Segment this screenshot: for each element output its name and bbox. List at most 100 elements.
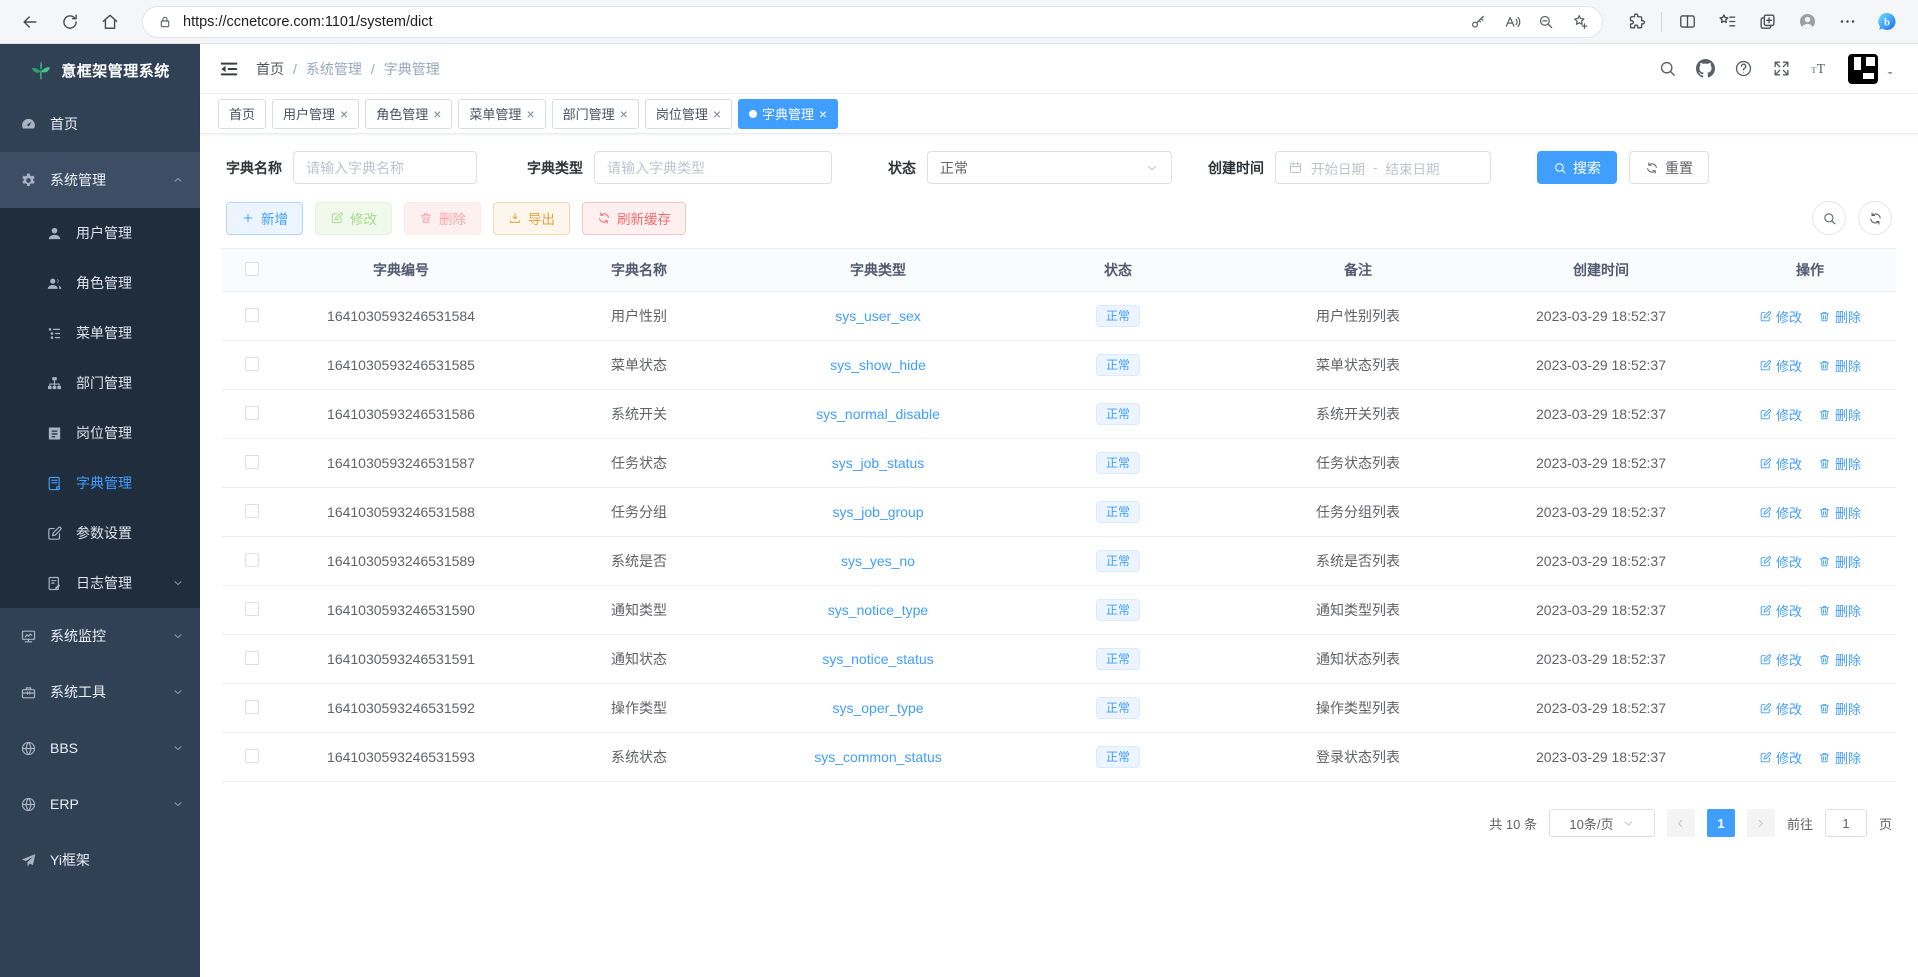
delete-link[interactable]: 删除 (1818, 503, 1861, 522)
row-checkbox[interactable] (245, 455, 259, 469)
edit-link[interactable]: 修改 (1759, 405, 1802, 424)
row-checkbox[interactable] (245, 406, 259, 420)
favorite-add-button[interactable] (1564, 8, 1596, 36)
tab-role[interactable]: 角色管理× (365, 99, 452, 129)
dict-type-link[interactable]: sys_show_hide (830, 357, 926, 373)
sidebar-item-role[interactable]: 角色管理 (0, 258, 200, 308)
dict-type-link[interactable]: sys_oper_type (832, 700, 923, 716)
row-checkbox[interactable] (245, 504, 259, 518)
reset-button[interactable]: 重置 (1629, 151, 1709, 184)
fullscreen-icon[interactable] (1772, 59, 1791, 78)
select-all-checkbox[interactable] (245, 262, 259, 276)
copy-tab-button[interactable] (1752, 5, 1782, 39)
github-icon[interactable] (1696, 59, 1715, 78)
row-checkbox[interactable] (245, 651, 259, 665)
url-text[interactable]: https://ccnetcore.com:1101/system/dict (183, 14, 1452, 30)
row-checkbox[interactable] (245, 357, 259, 371)
search-icon[interactable] (1658, 59, 1677, 78)
edit-link[interactable]: 修改 (1759, 356, 1802, 375)
toggle-search-button[interactable] (1812, 201, 1846, 235)
close-icon[interactable]: × (819, 107, 827, 121)
sidebar-fold-icon[interactable] (218, 58, 240, 80)
delete-button[interactable]: 删除 (404, 202, 481, 235)
dict-type-link[interactable]: sys_common_status (814, 749, 942, 765)
refresh-cache-button[interactable]: 刷新缓存 (582, 202, 686, 235)
delete-link[interactable]: 删除 (1818, 699, 1861, 718)
sidebar-item-monitor[interactable]: 系统监控 (0, 608, 200, 664)
delete-link[interactable]: 删除 (1818, 356, 1861, 375)
sidebar-item-param[interactable]: 参数设置 (0, 508, 200, 558)
dict-type-link[interactable]: sys_normal_disable (816, 406, 940, 422)
row-checkbox[interactable] (245, 308, 259, 322)
edit-link[interactable]: 修改 (1759, 454, 1802, 473)
sidebar-item-erp[interactable]: ERP (0, 776, 200, 832)
edit-button[interactable]: 修改 (315, 202, 392, 235)
edit-link[interactable]: 修改 (1759, 650, 1802, 669)
split-screen-button[interactable] (1672, 5, 1702, 39)
date-range-picker[interactable]: 开始日期 - 结束日期 (1275, 151, 1491, 184)
refresh-table-button[interactable] (1858, 201, 1892, 235)
delete-link[interactable]: 删除 (1818, 748, 1861, 767)
search-button[interactable]: 搜索 (1537, 151, 1617, 184)
status-select[interactable]: 正常 (927, 151, 1172, 184)
edit-link[interactable]: 修改 (1759, 503, 1802, 522)
zoom-out-button[interactable] (1530, 8, 1562, 36)
tab-dict[interactable]: 字典管理× (738, 99, 838, 129)
read-aloud-button[interactable] (1496, 8, 1528, 36)
tab-post[interactable]: 岗位管理× (645, 99, 732, 129)
close-icon[interactable]: × (433, 107, 441, 121)
question-icon[interactable] (1734, 59, 1753, 78)
close-icon[interactable]: × (526, 107, 534, 121)
tab-user[interactable]: 用户管理× (272, 99, 359, 129)
prev-page-button[interactable] (1667, 809, 1695, 837)
tab-dept[interactable]: 部门管理× (552, 99, 639, 129)
close-icon[interactable]: × (620, 107, 628, 121)
sidebar-item-bbs[interactable]: BBS (0, 720, 200, 776)
back-button[interactable] (12, 5, 48, 39)
dict-name-input[interactable] (306, 160, 464, 176)
row-checkbox[interactable] (245, 700, 259, 714)
delete-link[interactable]: 删除 (1818, 552, 1861, 571)
collections-button[interactable] (1712, 5, 1742, 39)
address-bar[interactable]: https://ccnetcore.com:1101/system/dict (142, 6, 1603, 38)
sidebar-item-dict[interactable]: 字典管理 (0, 458, 200, 508)
user-avatar-menu[interactable] (1848, 54, 1896, 84)
dict-type-link[interactable]: sys_job_group (832, 504, 923, 520)
tab-home[interactable]: 首页 (218, 99, 266, 129)
sidebar-item-menu[interactable]: 菜单管理 (0, 308, 200, 358)
breadcrumb-item[interactable]: 首页 (256, 59, 284, 79)
sidebar-item-tool[interactable]: 系统工具 (0, 664, 200, 720)
export-button[interactable]: 导出 (493, 202, 570, 235)
sidebar-item-post[interactable]: 岗位管理 (0, 408, 200, 458)
dict-type-input[interactable] (607, 160, 819, 176)
edit-link[interactable]: 修改 (1759, 601, 1802, 620)
edit-link[interactable]: 修改 (1759, 307, 1802, 326)
dict-type-link[interactable]: sys_notice_type (828, 602, 928, 618)
font-size-icon[interactable]: TT (1810, 59, 1829, 78)
dict-type-link[interactable]: sys_user_sex (835, 308, 921, 324)
refresh-button[interactable] (52, 5, 88, 39)
page-size-select[interactable]: 10条/页 (1549, 809, 1655, 837)
edit-link[interactable]: 修改 (1759, 748, 1802, 767)
sidebar-item-dept[interactable]: 部门管理 (0, 358, 200, 408)
delete-link[interactable]: 删除 (1818, 307, 1861, 326)
tab-menu[interactable]: 菜单管理× (458, 99, 545, 129)
dict-type-link[interactable]: sys_yes_no (841, 553, 915, 569)
sidebar-item-log[interactable]: 日志管理 (0, 558, 200, 608)
dict-type-link[interactable]: sys_notice_status (822, 651, 933, 667)
goto-page-input[interactable] (1825, 809, 1867, 837)
delete-link[interactable]: 删除 (1818, 454, 1861, 473)
bing-button[interactable]: b (1872, 5, 1902, 39)
delete-link[interactable]: 删除 (1818, 405, 1861, 424)
close-icon[interactable]: × (340, 107, 348, 121)
more-button[interactable] (1832, 5, 1862, 39)
sidebar-item-home[interactable]: 首页 (0, 96, 200, 152)
row-checkbox[interactable] (245, 602, 259, 616)
close-icon[interactable]: × (713, 107, 721, 121)
row-checkbox[interactable] (245, 749, 259, 763)
extensions-button[interactable] (1621, 5, 1651, 39)
profile-button[interactable] (1792, 5, 1822, 39)
sidebar-item-system[interactable]: 系统管理 (0, 152, 200, 208)
row-checkbox[interactable] (245, 553, 259, 567)
page-number-button[interactable]: 1 (1707, 809, 1735, 837)
